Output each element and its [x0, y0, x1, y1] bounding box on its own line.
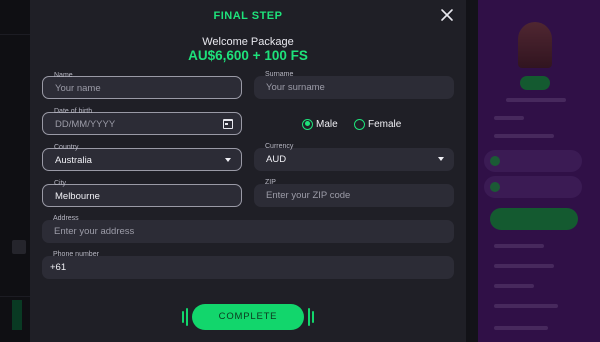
- complete-button-wrap: COMPLETE: [182, 304, 314, 330]
- modal-title: FINAL STEP: [213, 10, 283, 22]
- date-of-birth-field[interactable]: Date of birth DD/MM/YYYY: [42, 108, 242, 136]
- address-field[interactable]: Address Enter your address: [42, 215, 454, 243]
- male-label: Male: [316, 118, 338, 130]
- city-field[interactable]: City Melbourne: [42, 180, 242, 208]
- surname-input[interactable]: Your surname: [266, 76, 325, 99]
- close-button[interactable]: [440, 8, 454, 22]
- address-input[interactable]: Enter your address: [54, 220, 134, 243]
- welcome-label: Welcome Package: [202, 36, 294, 48]
- name-input[interactable]: Your name: [55, 77, 101, 100]
- city-input[interactable]: Melbourne: [55, 185, 100, 208]
- chevron-down-icon: [225, 158, 231, 162]
- bonus-amount: AU$6,600 + 100 FS: [188, 48, 308, 63]
- decorative-wave: [182, 311, 184, 323]
- country-value: Australia: [55, 155, 92, 166]
- zip-input[interactable]: Enter your ZIP code: [266, 184, 350, 207]
- name-field[interactable]: Name Your name: [42, 72, 242, 100]
- dob-input[interactable]: DD/MM/YYYY: [55, 113, 115, 136]
- male-radio[interactable]: [302, 118, 313, 130]
- phone-field[interactable]: Phone number +61: [42, 251, 454, 279]
- chevron-down-icon: [438, 157, 444, 161]
- calendar-icon[interactable]: [223, 119, 233, 129]
- zip-field[interactable]: ZIP Enter your ZIP code: [254, 179, 454, 207]
- decorative-wave: [186, 308, 188, 326]
- surname-field[interactable]: Surname Your surname: [254, 71, 454, 99]
- country-select[interactable]: Country Australia: [42, 144, 242, 171]
- currency-select[interactable]: Currency AUD: [254, 143, 454, 171]
- close-icon: [441, 9, 453, 21]
- gender-female-option[interactable]: Female: [354, 117, 401, 131]
- currency-value: AUD: [266, 154, 287, 165]
- female-label: Female: [368, 118, 402, 130]
- female-radio[interactable]: [354, 118, 365, 130]
- gender-male-option[interactable]: Male: [302, 117, 338, 131]
- registration-modal: FINAL STEP Welcome Package AU$6,600 + 10…: [30, 0, 466, 342]
- decorative-wave: [308, 308, 310, 326]
- phone-input[interactable]: +61: [50, 256, 66, 279]
- complete-button[interactable]: COMPLETE: [192, 304, 304, 330]
- decorative-wave: [312, 311, 314, 323]
